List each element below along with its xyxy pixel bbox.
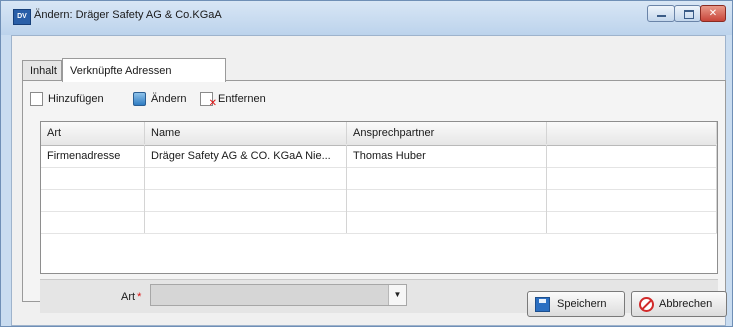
table-cell: Thomas Huber bbox=[347, 145, 547, 167]
close-icon: ✕ bbox=[708, 8, 718, 19]
table-cell bbox=[547, 189, 717, 211]
edit-icon bbox=[133, 92, 146, 106]
minimize-button[interactable] bbox=[647, 5, 675, 22]
address-table: Art Name Ansprechpartner Firmenadresse D… bbox=[40, 121, 718, 274]
art-label-text: Art bbox=[121, 291, 136, 303]
window-title: Ändern: Dräger Safety AG & Co.KGaA bbox=[34, 9, 222, 21]
delete-document-icon: ✕ bbox=[200, 92, 217, 109]
dialog-content: Inhalt Verknüpfte Adressen Hinzufügen Än… bbox=[11, 35, 726, 326]
table-cell bbox=[145, 167, 347, 189]
table-cell: Dräger Safety AG & CO. KGaA Nie... bbox=[145, 145, 347, 167]
required-marker: * bbox=[137, 291, 142, 303]
column-header-ansprechpartner[interactable]: Ansprechpartner bbox=[347, 122, 547, 144]
save-icon bbox=[535, 297, 550, 312]
table-cell bbox=[547, 167, 717, 189]
column-header-filler bbox=[547, 122, 717, 144]
maximize-icon bbox=[684, 10, 694, 19]
art-field-label: Art * bbox=[121, 291, 141, 303]
table-row bbox=[41, 167, 717, 190]
table-cell bbox=[41, 189, 145, 211]
table-cell bbox=[145, 189, 347, 211]
save-button-label: Speichern bbox=[557, 298, 607, 310]
table-cell bbox=[347, 211, 547, 233]
cancel-button[interactable]: Abbrechen bbox=[631, 291, 727, 317]
column-header-art[interactable]: Art bbox=[41, 122, 145, 144]
dialog-window: DV Ändern: Dräger Safety AG & Co.KGaA ✕ … bbox=[0, 0, 733, 327]
add-button-label: Hinzufügen bbox=[48, 93, 104, 105]
table-header: Art Name Ansprechpartner bbox=[41, 122, 717, 146]
table-cell bbox=[41, 167, 145, 189]
chevron-down-icon[interactable]: ▼ bbox=[388, 285, 406, 305]
table-cell bbox=[547, 145, 717, 167]
cancel-icon bbox=[639, 297, 654, 312]
table-row[interactable]: Firmenadresse Dräger Safety AG & CO. KGa… bbox=[41, 145, 717, 168]
table-row bbox=[41, 211, 717, 234]
art-select[interactable]: ▼ bbox=[150, 284, 407, 306]
remove-button-label: Entfernen bbox=[218, 93, 266, 105]
save-button[interactable]: Speichern bbox=[527, 291, 625, 317]
table-cell bbox=[347, 189, 547, 211]
app-icon: DV bbox=[13, 9, 31, 25]
table-cell bbox=[41, 211, 145, 233]
close-button[interactable]: ✕ bbox=[700, 5, 726, 22]
table-cell: Firmenadresse bbox=[41, 145, 145, 167]
minimize-icon bbox=[657, 15, 666, 17]
maximize-button[interactable] bbox=[674, 5, 701, 22]
cancel-button-label: Abbrechen bbox=[659, 298, 713, 310]
edit-button-label: Ändern bbox=[151, 93, 187, 105]
table-cell bbox=[145, 211, 347, 233]
table-row bbox=[41, 189, 717, 212]
table-cell bbox=[547, 211, 717, 233]
tab-inhalt[interactable]: Inhalt bbox=[22, 60, 62, 80]
table-cell bbox=[347, 167, 547, 189]
column-header-name[interactable]: Name bbox=[145, 122, 347, 144]
tab-verknuepfte-adressen[interactable]: Verknüpfte Adressen bbox=[62, 58, 226, 82]
title-bar[interactable]: DV Ändern: Dräger Safety AG & Co.KGaA ✕ bbox=[1, 1, 732, 35]
new-document-icon bbox=[30, 92, 43, 106]
